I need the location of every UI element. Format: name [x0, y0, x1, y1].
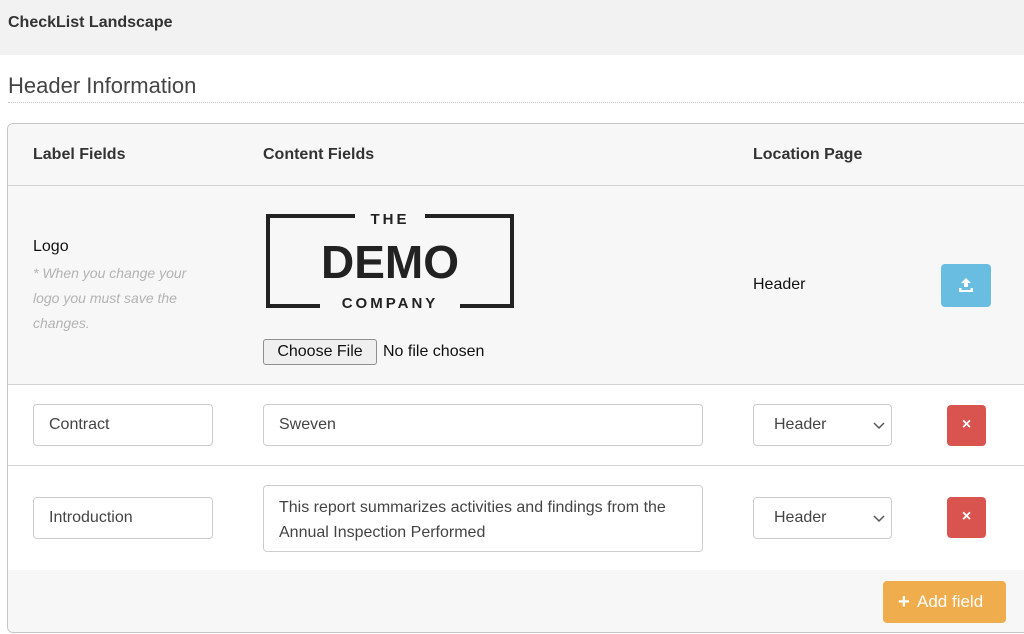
column-header-label: Label Fields	[33, 146, 126, 163]
label-field-input[interactable]: Introduction	[33, 497, 213, 539]
column-header-location: Location Page	[753, 146, 863, 163]
location-select[interactable]: Header	[753, 404, 892, 446]
app-header: CheckList Landscape	[0, 0, 1024, 55]
choose-file-button[interactable]: Choose File	[263, 339, 377, 365]
add-field-button[interactable]: + Add field	[883, 581, 1006, 623]
table-header: Label Fields Content Fields Location Pag…	[8, 124, 1024, 186]
logo-note: * When you change your logo you must sav…	[33, 265, 187, 331]
section-divider	[8, 102, 1024, 103]
chevron-down-icon	[873, 422, 885, 430]
delete-field-button[interactable]: ×	[947, 497, 986, 538]
location-select[interactable]: Header	[753, 497, 892, 539]
location-select-value: Header	[774, 509, 827, 526]
panel-footer: + Add field	[8, 570, 1024, 632]
column-header-content: Content Fields	[263, 146, 375, 163]
chevron-down-icon	[873, 515, 885, 523]
upload-logo-button[interactable]	[941, 264, 991, 307]
content-field-textarea[interactable]: This report summarizes activities and fi…	[263, 485, 703, 552]
logo-text-the: THE	[371, 211, 410, 228]
content-field-input[interactable]: Sweven	[263, 404, 703, 446]
logo-location: Header	[753, 276, 806, 293]
delete-field-button[interactable]: ×	[947, 405, 986, 446]
file-status-text: No file chosen	[383, 343, 485, 360]
close-icon: ×	[961, 508, 972, 525]
logo-label: Logo	[33, 238, 69, 255]
logo-text-demo: DEMO	[321, 236, 459, 288]
table-row: Contract Sweven Header ×	[8, 385, 1024, 466]
section-title: Header Information	[8, 73, 197, 98]
app-title: CheckList Landscape	[8, 14, 173, 31]
add-field-label: Add field	[917, 592, 984, 611]
label-field-input[interactable]: Contract	[33, 404, 213, 446]
plus-icon: +	[898, 591, 910, 613]
header-fields-panel: Label Fields Content Fields Location Pag…	[7, 123, 1024, 633]
location-select-value: Header	[774, 416, 827, 433]
table-row-logo: Logo * When you change your logo you mus…	[8, 186, 1024, 385]
company-logo: THE DEMO COMPANY	[266, 211, 514, 311]
logo-text-company: COMPANY	[342, 295, 439, 311]
table-row: Introduction This report summarizes acti…	[8, 466, 1024, 570]
close-icon: ×	[961, 416, 972, 433]
upload-icon	[959, 278, 973, 292]
